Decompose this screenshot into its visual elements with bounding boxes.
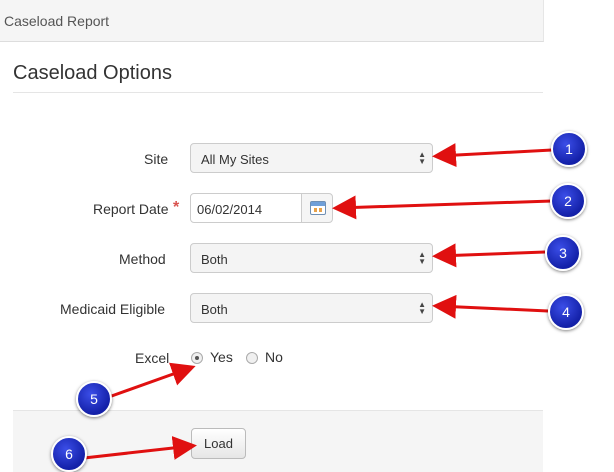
callout-badge-4: 4 — [548, 294, 584, 330]
callout-arrow-6 — [83, 436, 197, 460]
callout-badge-6: 6 — [51, 436, 87, 472]
callout-badge-5: 5 — [76, 381, 112, 417]
callout-badge-1: 1 — [551, 131, 587, 167]
callout-arrow-4 — [432, 294, 549, 319]
callout-arrow-3 — [432, 243, 546, 268]
callout-badge-3: 3 — [545, 235, 581, 271]
callout-arrow-5 — [105, 362, 196, 400]
callout-badge-2: 2 — [550, 183, 586, 219]
callout-arrow-2 — [332, 195, 553, 220]
callout-arrow-1 — [432, 143, 553, 168]
